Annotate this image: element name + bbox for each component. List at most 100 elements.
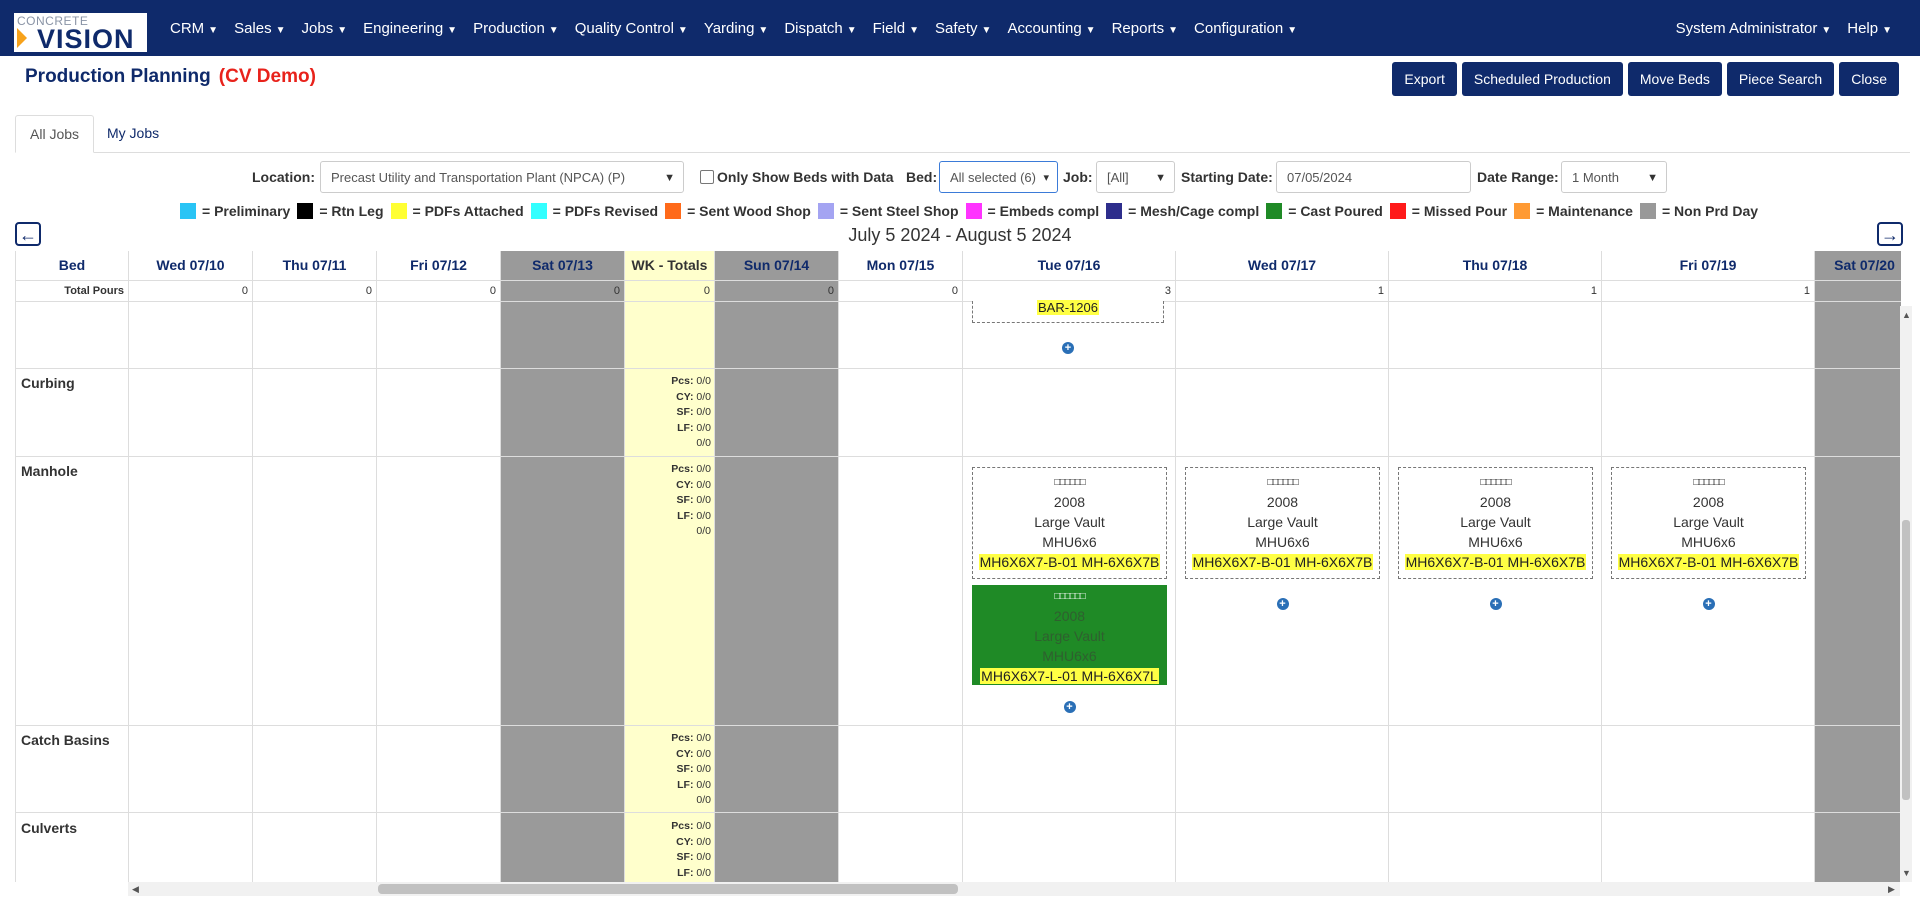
status-boxes: □□□□□□	[1054, 477, 1085, 488]
day-column-header[interactable]: Tue 07/16	[963, 251, 1175, 281]
menu-sales[interactable]: Sales ▼	[226, 20, 293, 37]
scheduled-production-button[interactable]: Scheduled Production	[1461, 62, 1623, 96]
piece-mark: MH6X6X7-B-01 MH-6X6X7B	[1617, 554, 1800, 570]
scroll-up-icon[interactable]: ▲	[1902, 310, 1911, 320]
vertical-scroll-thumb[interactable]	[1902, 520, 1910, 800]
day-column-header[interactable]: Fri 07/19	[1602, 251, 1814, 281]
day-column-header[interactable]: WK - Totals	[625, 251, 714, 281]
day-column: Sat 07/20	[1815, 251, 1901, 882]
bed-select[interactable]: All selected (6) ▾	[939, 161, 1058, 193]
week-total-line: Pcs: 0/0	[625, 462, 711, 478]
week-totals-block: Pcs: 0/0CY: 0/0SF: 0/0LF: 0/0 0/0	[625, 462, 711, 540]
day-column-header[interactable]: Sat 07/20	[1815, 251, 1901, 281]
concrete-vision-logo[interactable]: CONCRETE VISION	[14, 13, 147, 54]
menu-field[interactable]: Field ▼	[865, 20, 927, 37]
day-column-header[interactable]: Wed 07/17	[1176, 251, 1388, 281]
job-select[interactable]: [All] ▼	[1096, 161, 1175, 193]
date-range-select[interactable]: 1 Month ▼	[1561, 161, 1667, 193]
pour-card[interactable]: □□□□□□ 2008 Large Vault MHU6x6 MH6X6X7-B-01 …	[1611, 467, 1806, 579]
add-pour-button[interactable]: +	[1702, 598, 1715, 610]
legend-swatch	[1106, 203, 1123, 219]
day-column-header[interactable]: Sun 07/14	[715, 251, 838, 281]
pour-card[interactable]: □□□□□□ 2008 Large Vault MHU6x6 MH6X6X7-L-01 …	[972, 585, 1167, 685]
pour-card-partial[interactable]: BAR-1206	[972, 300, 1164, 323]
caret-down-icon: ▼	[447, 24, 458, 36]
export-button[interactable]: Export	[1392, 62, 1457, 96]
week-total-line: LF: 0/0	[625, 866, 711, 882]
horizontal-scroll-thumb[interactable]	[378, 884, 958, 894]
week-total-line: Pcs: 0/0	[625, 731, 711, 747]
next-period-button[interactable]: →	[1877, 222, 1903, 246]
menu-safety[interactable]: Safety ▼	[927, 20, 999, 37]
pour-card[interactable]: □□□□□□ 2008 Large Vault MHU6x6 MH6X6X7-B-01 …	[1185, 467, 1380, 579]
card-model: MHU6x6	[1468, 534, 1523, 550]
row-divider	[16, 301, 1901, 302]
scroll-right-icon[interactable]: ▶	[1888, 884, 1895, 895]
menu-yarding[interactable]: Yarding ▼	[696, 20, 777, 37]
page-title-text: Production Planning	[25, 66, 211, 87]
add-pour-button[interactable]: +	[1489, 598, 1502, 610]
legend-swatch	[817, 203, 834, 219]
week-total-line: Pcs: 0/0	[625, 374, 711, 390]
menu-accounting[interactable]: Accounting ▼	[999, 20, 1103, 37]
day-column-header[interactable]: Mon 07/15	[839, 251, 962, 281]
location-label: Location:	[252, 169, 315, 185]
week-total-label: Pcs:	[671, 820, 694, 832]
card-type: Large Vault	[1673, 514, 1744, 530]
menu-jobs[interactable]: Jobs ▼	[294, 20, 356, 37]
menu-system-administrator[interactable]: System Administrator ▼	[1668, 20, 1840, 37]
date-range-label: Date Range:	[1477, 169, 1559, 185]
menu-configuration[interactable]: Configuration ▼	[1186, 20, 1305, 37]
week-total-label: CY:	[676, 835, 694, 848]
menu-engineering[interactable]: Engineering ▼	[355, 20, 465, 37]
menu-reports[interactable]: Reports ▼	[1104, 20, 1186, 37]
pour-card[interactable]: □□□□□□ 2008 Large Vault MHU6x6 MH6X6X7-B-01 …	[972, 467, 1167, 579]
week-total-value: 0/0	[696, 763, 711, 776]
caret-down-icon: ▼	[1287, 24, 1298, 36]
week-total-value: 0/0	[696, 794, 711, 807]
day-column-header[interactable]: Fri 07/12	[377, 251, 500, 281]
status-boxes: □□□□□□	[1693, 477, 1724, 488]
plus-icon: +	[1066, 701, 1073, 713]
only-beds-checkbox[interactable]	[700, 170, 714, 184]
menu-label: Yarding	[703, 19, 755, 37]
legend-label: = Sent Steel Shop	[839, 203, 959, 219]
week-total-line: Pcs: 0/0	[625, 819, 711, 835]
tab-my-jobs[interactable]: My Jobs	[93, 115, 173, 151]
week-total-line: SF: 0/0	[625, 762, 711, 778]
menu-help[interactable]: Help ▼	[1839, 20, 1900, 37]
add-pour-button[interactable]: +	[1062, 342, 1074, 354]
plus-icon: +	[1279, 598, 1286, 610]
week-total-label: SF:	[676, 406, 694, 419]
day-column-header[interactable]: Thu 07/11	[253, 251, 376, 281]
menu-crm[interactable]: CRM ▼	[162, 20, 226, 37]
week-total-label: CY:	[676, 478, 694, 491]
piece-mark: MH6X6X7-L-01 MH-6X6X7L	[980, 668, 1159, 684]
add-pour-button[interactable]: +	[1063, 701, 1076, 713]
legend-label: = PDFs Attached	[412, 203, 524, 219]
menu-quality-control[interactable]: Quality Control ▼	[567, 20, 696, 37]
menu-dispatch[interactable]: Dispatch ▼	[776, 20, 864, 37]
tab-all-jobs[interactable]: All Jobs	[15, 115, 95, 153]
day-column-header[interactable]: Wed 07/10	[129, 251, 252, 281]
location-select[interactable]: Precast Utility and Transportation Plant…	[320, 161, 684, 193]
week-total-label: SF:	[676, 851, 694, 864]
move-beds-button[interactable]: Move Beds	[1627, 62, 1722, 96]
total-pours-cell: 1	[1377, 285, 1384, 297]
card-model: MHU6x6	[1255, 534, 1310, 550]
pour-card[interactable]: □□□□□□ 2008 Large Vault MHU6x6 MH6X6X7-B-01 …	[1398, 467, 1593, 579]
caret-down-icon: ▼	[337, 24, 348, 36]
piece-search-button[interactable]: Piece Search	[1726, 62, 1835, 96]
close-button[interactable]: Close	[1839, 62, 1899, 96]
menu-production[interactable]: Production ▼	[465, 20, 567, 37]
starting-date-input[interactable]: 07/05/2024	[1276, 161, 1471, 193]
day-column-header[interactable]: Sat 07/13	[501, 251, 624, 281]
scroll-down-icon[interactable]: ▼	[1902, 868, 1911, 878]
week-total-label: LF:	[677, 509, 694, 522]
week-total-value: 0/0	[696, 494, 711, 507]
menu-label: Sales	[234, 19, 272, 37]
scroll-left-icon[interactable]: ◀	[132, 884, 139, 895]
add-pour-button[interactable]: +	[1276, 598, 1289, 610]
day-column-header[interactable]: Thu 07/18	[1389, 251, 1601, 281]
only-beds-label: Only Show Beds with Data	[717, 169, 894, 185]
